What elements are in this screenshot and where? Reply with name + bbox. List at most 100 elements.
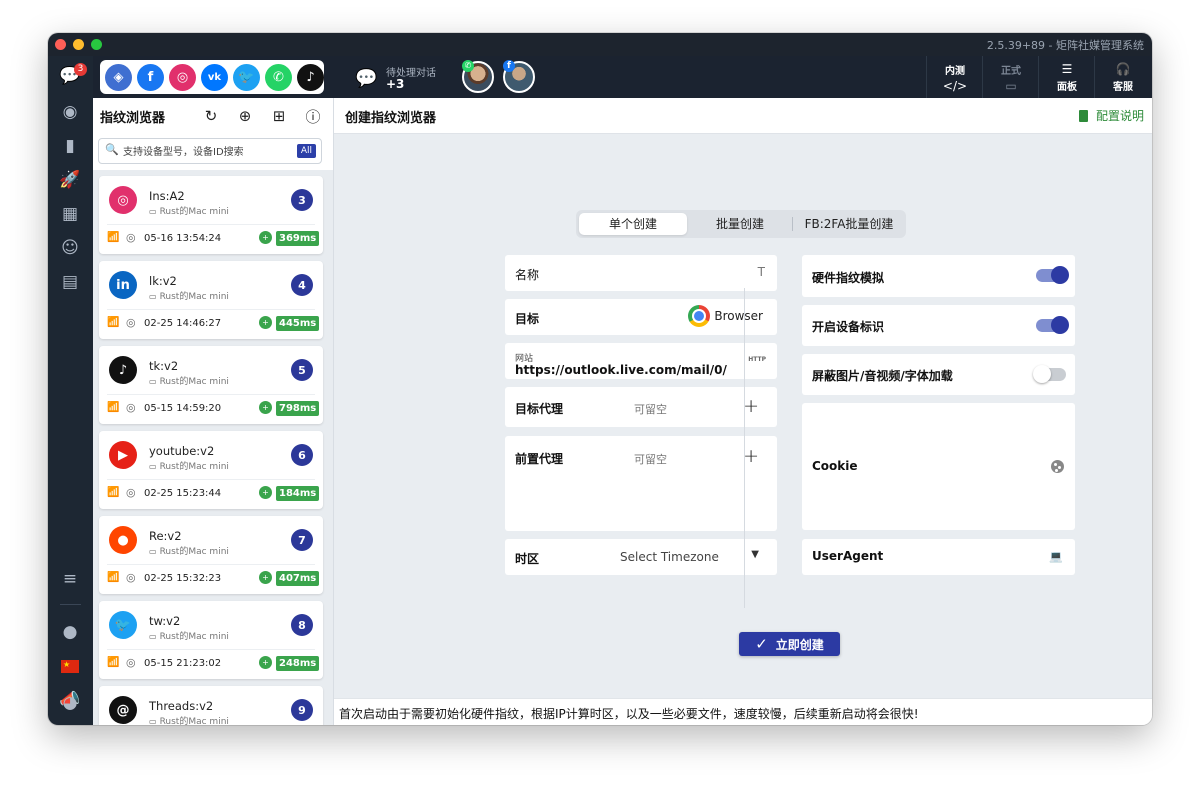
card-time: 05-15 21:23:02: [144, 658, 222, 669]
multi-platform-icon[interactable]: ◈: [105, 63, 132, 91]
laptop-icon: ▭: [149, 547, 157, 556]
browser-icon[interactable]: ◉: [58, 100, 82, 124]
globe-settings-icon[interactable]: ⊕: [234, 105, 256, 127]
search-icon: 🔍: [105, 143, 119, 156]
cookie-field[interactable]: Cookie: [802, 403, 1075, 530]
store-icon[interactable]: ▦: [58, 202, 82, 226]
browser-card[interactable]: 🐦 tw:v2 ▭ Rust的Mac mini 8 📶 ◎ 05-15 21:23:02 +24…: [99, 601, 323, 679]
card-divider: [107, 309, 315, 310]
search-box: 🔍 All: [98, 138, 322, 164]
wifi-icon: 📶: [107, 232, 120, 243]
tab-batch-create[interactable]: 批量创建: [689, 213, 791, 235]
beta-label: 内测: [945, 65, 965, 77]
film-icon[interactable]: ▤: [58, 270, 82, 294]
timezone-value: Select Timezone: [620, 550, 719, 564]
panel-label: 面板: [1057, 81, 1077, 93]
tab-divider: [792, 217, 793, 231]
latency-badge: 248ms: [276, 656, 320, 671]
page-title: 创建指纹浏览器: [345, 111, 437, 126]
block-media-toggle[interactable]: [1033, 365, 1066, 383]
browser-card[interactable]: @ Threads:v2 ▭ Rust的Mac mini 9: [99, 686, 323, 725]
rocket-icon[interactable]: 🚀: [58, 168, 82, 192]
add-square-icon[interactable]: ⊞: [268, 105, 290, 127]
whatsapp-badge-icon: ✆: [462, 60, 474, 72]
target-proxy-field[interactable]: 目标代理 可留空 +: [505, 387, 777, 427]
add-pre-proxy-icon[interactable]: +: [743, 445, 759, 467]
pre-proxy-label: 前置代理: [515, 452, 564, 466]
latency-badge: 369ms: [276, 231, 320, 246]
latency-badge: 184ms: [276, 486, 320, 501]
facebook-icon[interactable]: f: [137, 63, 164, 91]
pending-chat-icon[interactable]: 💬: [355, 68, 377, 89]
card-number-badge: 6: [291, 444, 313, 466]
unread-badge: 3: [74, 63, 87, 76]
pre-proxy-field[interactable]: 前置代理 可留空 +: [505, 436, 777, 531]
title-bar: 2.5.39+89 - 矩阵社媒管理系统: [48, 33, 1152, 56]
card-number-badge: 4: [291, 274, 313, 296]
refresh-icon[interactable]: ↻: [200, 105, 222, 127]
device-id-toggle[interactable]: [1036, 316, 1069, 334]
info-icon[interactable]: ⓘ: [302, 105, 324, 127]
whatsapp-icon[interactable]: ✆: [265, 63, 292, 91]
globe-status-icon: +: [259, 571, 272, 584]
threads-icon: @: [109, 696, 137, 724]
close-window-button[interactable]: [55, 39, 66, 50]
laptop-icon: ▭: [149, 292, 157, 301]
vk-icon[interactable]: vk: [201, 63, 228, 91]
globe-status-icon: +: [259, 486, 272, 499]
theme-toggle-icon[interactable]: ●: [58, 620, 82, 644]
check-circle-icon: ◎: [126, 316, 136, 329]
twitter-icon[interactable]: 🐦: [233, 63, 260, 91]
china-flag-icon[interactable]: ★: [58, 654, 82, 678]
globe-status-icon: +: [259, 316, 272, 329]
create-now-button[interactable]: ✓ 立即创建: [739, 632, 840, 656]
browser-card[interactable]: ♪ tk:v2 ▭ Rust的Mac mini 5 📶 ◎ 05-15 14:59:20 +79…: [99, 346, 323, 424]
name-field[interactable]: 名称 T: [505, 255, 777, 291]
minimize-window-button[interactable]: [73, 39, 84, 50]
wifi-icon: 📶: [107, 657, 120, 668]
zoom-window-button[interactable]: [91, 39, 102, 50]
card-device: ▭ Rust的Mac mini: [149, 374, 229, 387]
config-help-link[interactable]: 配置说明: [1078, 107, 1144, 124]
card-divider: [107, 479, 315, 480]
add-target-proxy-icon[interactable]: +: [743, 395, 759, 417]
useragent-field[interactable]: UserAgent 💻: [802, 539, 1075, 575]
instagram-icon[interactable]: ◎: [169, 63, 196, 91]
phone-icon[interactable]: ▮: [58, 134, 82, 158]
browser-card[interactable]: in lk:v2 ▭ Rust的Mac mini 4 📶 ◎ 02-25 14:46:27 +4…: [99, 261, 323, 339]
browser-card[interactable]: ● Re:v2 ▭ Rust的Mac mini 7 📶 ◎ 02-25 15:32:23 +40…: [99, 516, 323, 594]
twitter-icon: 🐦: [109, 611, 137, 639]
device-name: Rust的Mac mini: [159, 717, 229, 725]
user-account-icon[interactable]: ◕: [58, 691, 82, 715]
timezone-select[interactable]: 时区 Select Timezone ▼: [505, 539, 777, 575]
support-button[interactable]: 🎧 客服: [1094, 56, 1151, 98]
panel-button[interactable]: ☰ 面板: [1038, 56, 1095, 98]
youtube-icon: ▶: [109, 441, 137, 469]
device-name: Rust的Mac mini: [159, 547, 229, 557]
url-field[interactable]: 网站 https://outlook.live.com/mail/0/ HTTP: [505, 343, 777, 379]
card-time: 02-25 14:46:27: [144, 318, 222, 329]
cookie-label: Cookie: [812, 459, 858, 473]
laptop-icon: ▭: [149, 207, 157, 216]
create-mode-tabs: 单个创建 批量创建 FB:2FA批量创建: [576, 210, 906, 238]
prod-env-button[interactable]: 正式 ▭: [982, 56, 1039, 98]
check-icon: ✓: [755, 635, 768, 653]
search-input[interactable]: [121, 142, 295, 162]
tab-fb-2fa-batch[interactable]: FB:2FA批量创建: [795, 213, 903, 235]
laptop-icon: ▭: [149, 632, 157, 641]
facebook-badge-icon: f: [503, 60, 515, 72]
wifi-icon: 📶: [107, 487, 120, 498]
url-value: https://outlook.live.com/mail/0/: [515, 363, 727, 377]
target-field[interactable]: 目标 Browser: [505, 299, 777, 335]
chevron-down-icon: ▼: [751, 549, 759, 560]
tab-single-create[interactable]: 单个创建: [579, 213, 687, 235]
server-icon[interactable]: ≡: [58, 567, 82, 591]
browser-card[interactable]: ▶ youtube:v2 ▭ Rust的Mac mini 6 📶 ◎ 02-25 15:23:…: [99, 431, 323, 509]
beta-env-button[interactable]: 内测 </>: [926, 56, 983, 98]
browser-card[interactable]: ◎ Ins:A2 ▭ Rust的Mac mini 3 📶 ◎ 05-16 13:54:24 +3…: [99, 176, 323, 254]
brain-icon[interactable]: ☺: [58, 236, 82, 260]
card-divider: [107, 564, 315, 565]
hardware-fingerprint-toggle[interactable]: [1036, 266, 1069, 284]
all-filter-tag[interactable]: All: [296, 144, 316, 158]
tiktok-icon[interactable]: ♪: [297, 63, 324, 91]
